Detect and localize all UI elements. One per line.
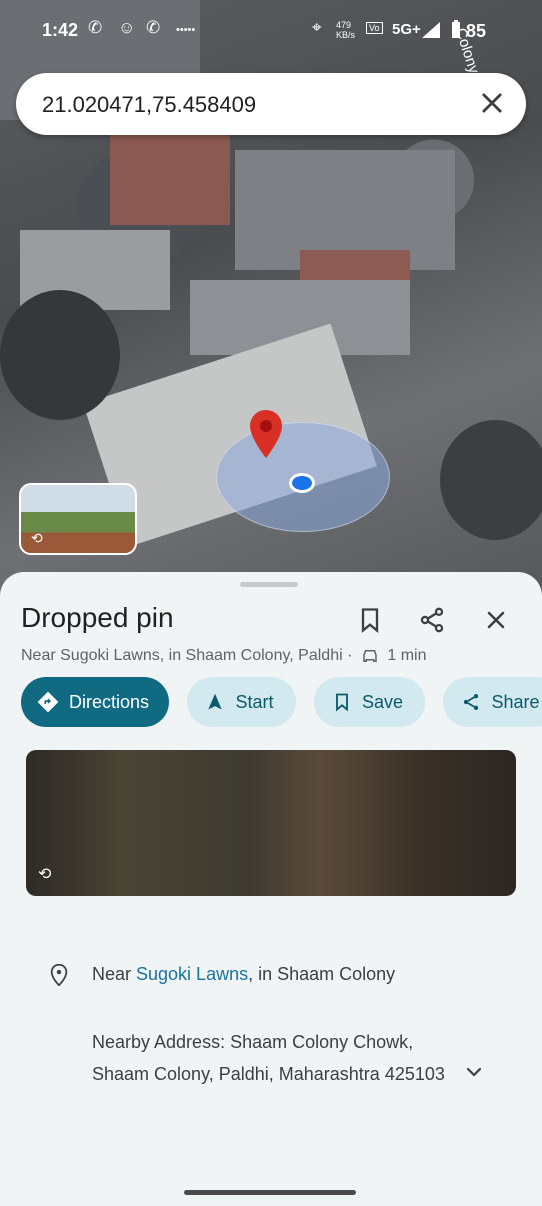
start-label: Start [235,691,274,712]
map-tree [0,290,120,420]
place-title: Dropped pin [21,602,174,633]
save-label: Save [361,691,403,712]
action-chips: Directions Start Save Share [21,677,542,729]
network-type: 5G+ [392,21,421,38]
bookmark-icon [336,693,348,712]
map-pin-icon[interactable] [250,410,282,458]
close-icon[interactable] [482,606,510,634]
volte-icon: Vo [366,22,383,34]
search-input[interactable] [40,87,464,123]
place-subtitle: Near Sugoki Lawns, in Shaam Colony, Pald… [21,647,426,665]
notification-dots-icon: ••••• [176,24,196,36]
place-sheet: Dropped pin Near Sugoki Lawns, in Shaam … [0,572,542,1206]
share-icon[interactable] [418,606,446,634]
directions-label: Directions [69,691,150,712]
navigation-arrow-icon [208,693,223,710]
car-icon [363,649,377,662]
share-button[interactable]: Share [443,677,542,727]
signal-icon [422,22,440,38]
save-button[interactable]: Save [313,677,425,727]
satellite-map[interactable]: 1:42 ✆ ☺ ✆ ••••• ⌖ 479 KB/s Vo 5G+ 85 Co… [0,0,542,600]
bookmark-icon[interactable] [356,606,384,634]
net-speed: 479 KB/s [336,20,356,40]
share-icon [464,694,479,710]
drag-handle[interactable] [240,582,298,587]
share-label: Share [491,691,540,712]
near-suffix: , in Shaam Colony [248,964,396,984]
chevron-down-icon[interactable] [462,1060,486,1084]
directions-icon [37,691,59,713]
360-icon: ⟲ [31,530,43,546]
separator: · [347,647,353,664]
start-button[interactable]: Start [187,677,296,727]
directions-button[interactable]: Directions [21,677,170,727]
snapchat-icon: ☺ [118,18,136,37]
map-building [110,135,230,225]
nearby-address: Nearby Address: Shaam Colony Chowk, Shaa… [92,1032,445,1084]
clock: 1:42 [42,20,79,40]
current-location-dot [289,473,315,493]
street-view-thumbnail[interactable]: ⟲ [19,483,137,555]
gesture-nav-bar[interactable] [184,1190,356,1195]
search-bar[interactable] [16,73,526,135]
whatsapp-business-icon: ✆ [146,18,161,37]
location-icon: ⌖ [312,18,322,37]
map-tree [440,420,542,540]
location-pin-icon [50,964,68,986]
place-area: Near Sugoki Lawns, in Shaam Colony, Pald… [21,647,343,664]
near-prefix: Near [92,964,137,984]
close-icon[interactable] [478,89,506,117]
street-view-photo[interactable]: ⟲ [26,750,516,896]
drive-time: 1 min [387,647,427,664]
360-icon: ⟲ [38,866,52,883]
near-text: Near Sugoki Lawns, in Shaam Colony [92,964,395,985]
whatsapp-icon: ✆ [88,18,103,37]
sugoki-lawns-link[interactable]: Sugoki Lawns [136,964,248,984]
